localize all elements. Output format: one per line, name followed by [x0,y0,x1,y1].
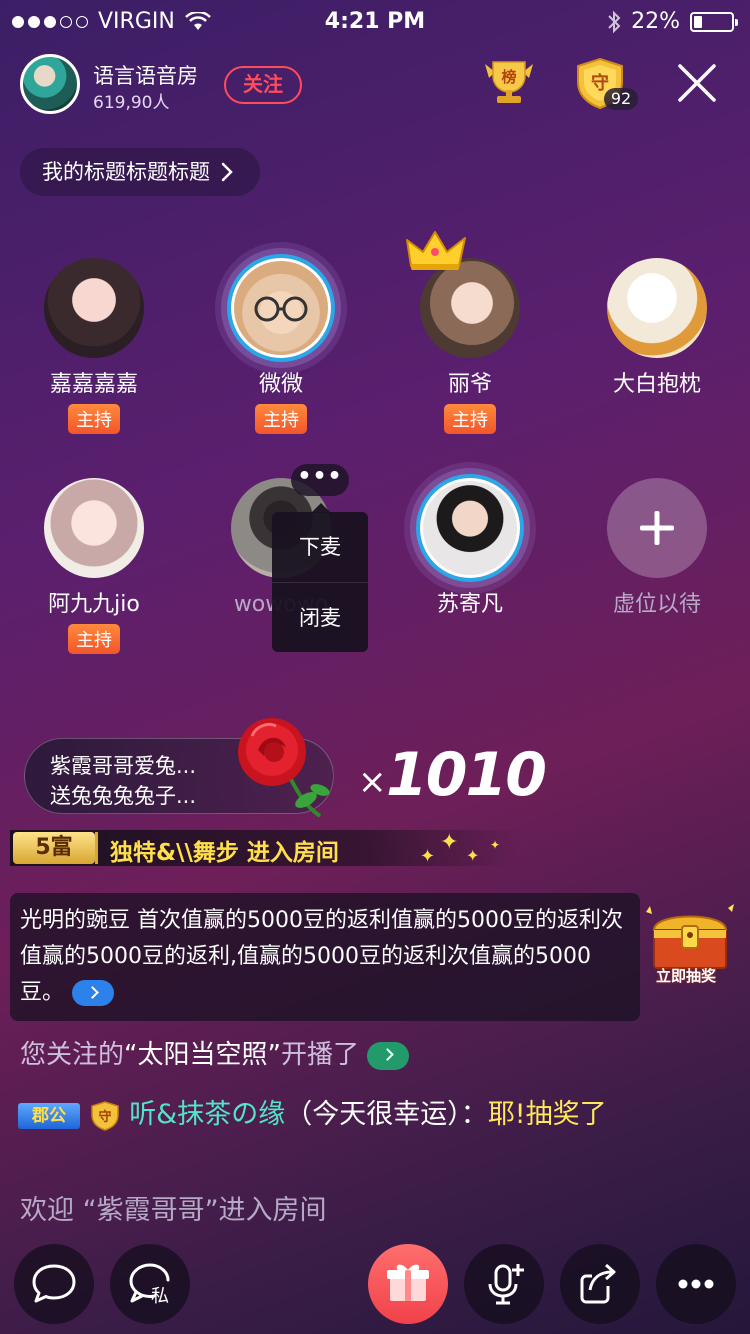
seat-avatar[interactable] [44,258,144,358]
seat-name: 阿九九jio [48,592,140,617]
seat-1[interactable]: 嘉嘉嘉嘉 主持 [24,258,164,434]
host-badge: 主持 [68,404,120,434]
chat-user-note: （今天很幸运）： [285,1099,488,1130]
glasses-icon [254,296,308,322]
host-badge: 主持 [255,404,307,434]
seat-name: 丽爷 [447,372,492,397]
add-seat-icon[interactable] [607,478,707,578]
chat-button[interactable] [14,1244,94,1324]
mic-plus-icon [488,1264,524,1305]
follow-prefix: 您关注的 [20,1040,125,1070]
seat-name: 虚位以待 [612,592,701,617]
crown-icon [406,231,466,270]
seat-4[interactable]: 大白抱枕 [587,258,727,400]
rose-gift-icon [238,718,330,818]
gift-receiver: 送兔兔兔兔子... [50,784,197,808]
follow-live-message: 您关注的“太阳当空照”开播了 [20,1034,409,1071]
gift-multiplier: × [358,762,387,802]
club-badge: 郡公 [18,1102,80,1129]
gift-sender: 紫霞哥哥爱兔... [50,754,197,778]
seat-menu: 下麦 闭麦 [272,512,368,652]
battery-icon [690,11,738,32]
badge-divider [95,832,98,864]
room-avatar[interactable] [20,54,80,114]
private-label: 私 [151,1286,169,1307]
seat-avatar[interactable] [231,258,331,358]
seat-8[interactable]: 虚位以待 [587,478,727,620]
private-message-button[interactable]: 私 [110,1244,190,1324]
chat-message: 郡公 守 听&抹茶の缘（今天很幸运）：耶!抽奖了 [18,1092,638,1138]
share-button[interactable] [560,1244,640,1324]
welcome-message: 欢迎 “紫霞哥哥”进入房间 [20,1195,327,1226]
seat-7[interactable]: 苏寄凡 [400,478,540,620]
private-chat-icon: 私 [129,1263,170,1307]
guard-badge-icon: 守 [90,1100,119,1131]
seat-more-button[interactable]: ••• [291,464,349,496]
svg-text:守: 守 [98,1109,111,1125]
close-icon[interactable] [672,58,722,108]
bluetooth-icon [608,10,621,33]
sparkle-icon: ✦ [490,838,501,852]
seat-avatar[interactable] [420,478,520,578]
chevron-right-icon[interactable] [72,980,115,1006]
guard-count: 92 [604,88,638,110]
wealth-level-badge: 5富 [13,832,95,864]
room-title: 语言语音房 [93,64,198,88]
rank-icon-text: 榜 [501,68,516,86]
lottery-label[interactable]: 立即抽奖 [656,965,716,986]
seat-5[interactable]: 阿九九jio 主持 [24,478,164,654]
chevron-right-icon[interactable] [366,1041,409,1070]
more-dots-icon [678,1279,714,1289]
sparkle-icon: ✦ [420,846,436,867]
status-right: 22% [607,9,738,34]
seat-name: 大白抱枕 [612,372,701,397]
status-bar: VIRGIN 4:21 PM 22% [0,0,750,44]
seat-avatar[interactable] [607,258,707,358]
share-icon [580,1263,616,1304]
seat-3[interactable]: 丽爷 主持 [400,258,540,434]
follow-button[interactable]: 关注 [224,66,302,104]
seat-name: 嘉嘉嘉嘉 [49,372,138,397]
seat-name: 微微 [258,372,303,397]
entry-text: 独特&\\舞步 进入房间 [110,840,339,866]
audience-count: 619,90人 [93,93,170,113]
menu-item-mute-mic[interactable]: 闭麦 [272,582,368,652]
menu-item-leave-mic[interactable]: 下麦 [272,512,368,582]
system-message: 光明的豌豆 首次值赢的5000豆的返利值赢的5000豆的返利次值赢的5000豆的… [10,893,640,1021]
gift-button[interactable] [368,1244,448,1324]
chevron-right-icon [221,162,233,182]
seat-2[interactable]: 微微 主持 [211,258,351,434]
more-button[interactable] [656,1244,736,1324]
chat-bubble-icon [32,1264,76,1303]
battery-percent: 22% [631,9,680,34]
room-topic[interactable]: 我的标题标题标题 [20,148,260,196]
chat-username[interactable]: 听&抹茶の缘 [129,1099,285,1130]
host-badge: 主持 [444,404,496,434]
chat-text: 耶!抽奖了 [487,1099,607,1130]
sparkle-icon: ✦ [466,846,480,865]
sparkle-icon: ✦ [440,830,459,855]
gift-count: 1010 [386,740,547,810]
seat-avatar[interactable] [44,478,144,578]
mic-button[interactable] [464,1244,544,1324]
topic-label: 我的标题标题标题 [42,160,210,184]
follow-suffix: 开播了 [280,1040,359,1070]
gift-box-icon [387,1264,429,1301]
seat-name: 苏寄凡 [436,592,503,617]
host-badge: 主持 [68,624,120,654]
rank-trophy-icon[interactable]: 榜 [481,58,537,106]
followed-anchor-name[interactable]: “太阳当空照” [124,1040,281,1070]
